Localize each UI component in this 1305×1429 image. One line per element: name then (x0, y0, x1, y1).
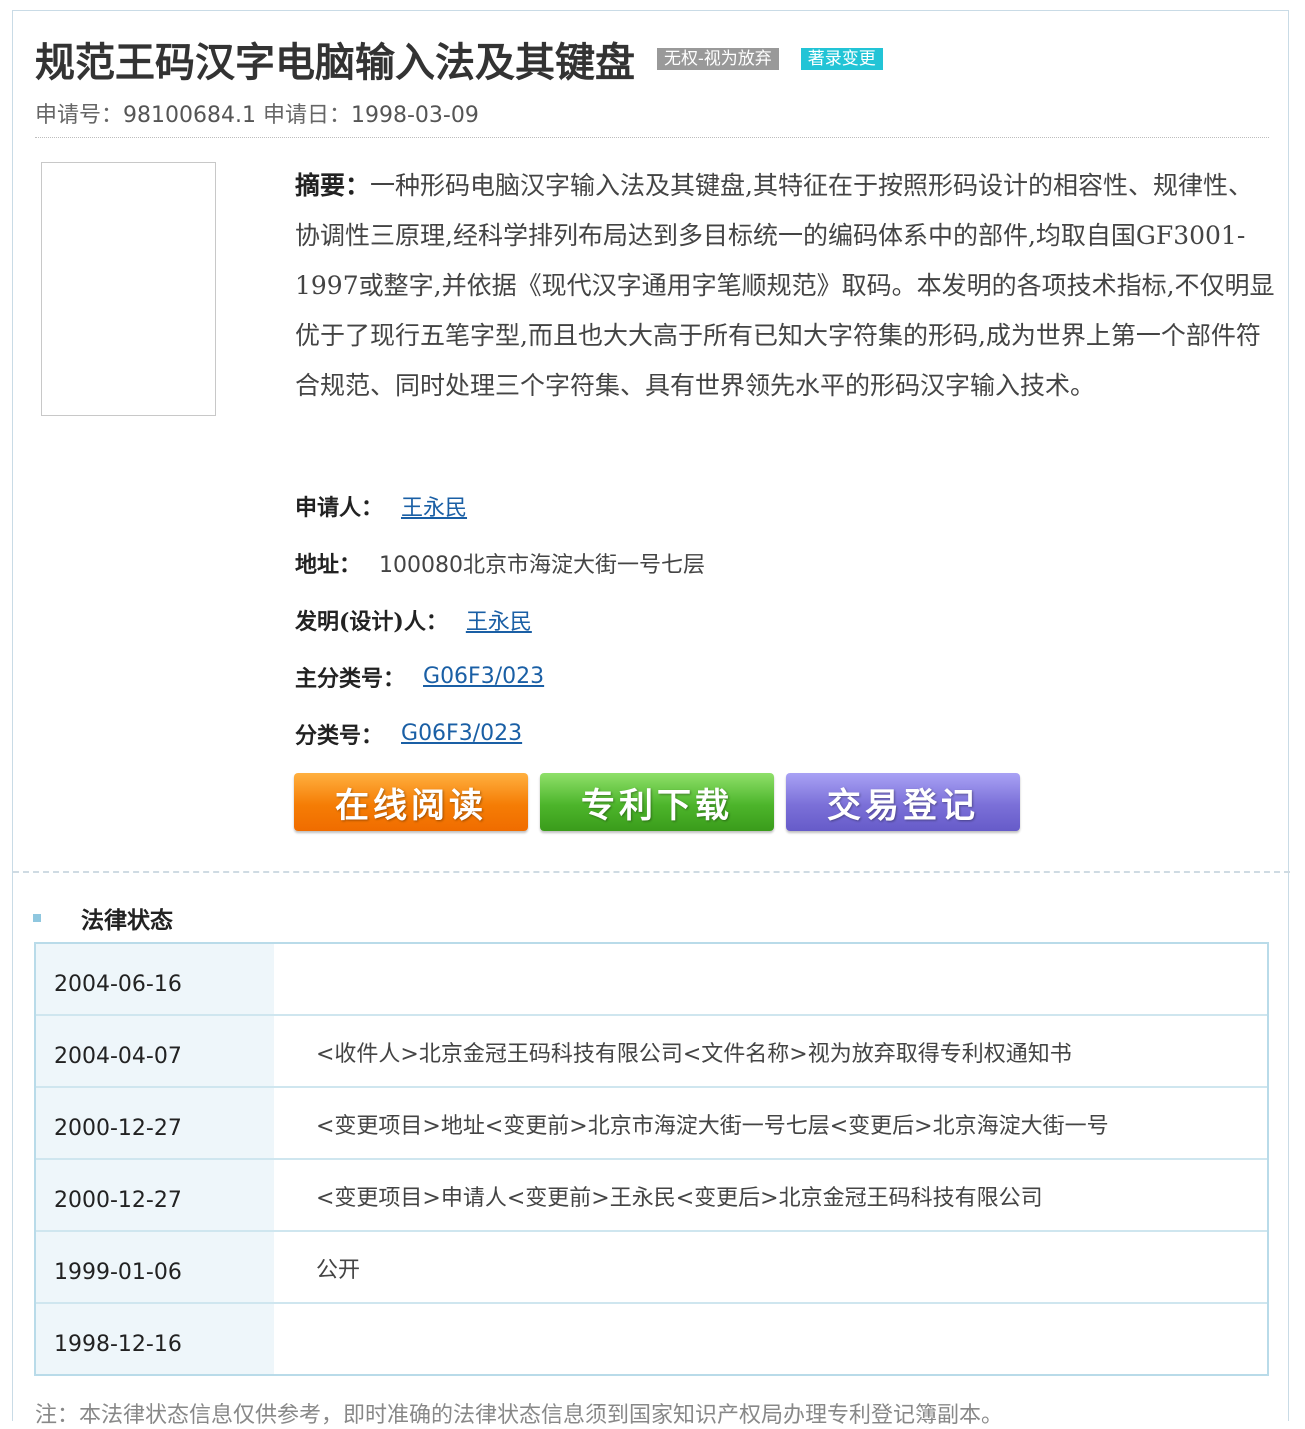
row-desc: <收件人>北京金冠王码科技有限公司<文件名称>视为放弃取得专利权通知书 (316, 1042, 1072, 1067)
address-value: 100080北京市海淀大街一号七层 (379, 552, 705, 578)
legal-status-heading: 法律状态 (33, 901, 173, 935)
row-date: 2000-12-27 (36, 1088, 274, 1158)
address-label: 地址： (295, 551, 362, 578)
row-desc (274, 944, 1267, 1014)
application-date: 1998-03-09 (351, 103, 479, 128)
application-no-label: 申请号： (35, 103, 124, 128)
bullet-square-icon (33, 914, 41, 922)
status-badge-invalid: 无权-视为放弃 (657, 48, 779, 70)
legal-status-title: 法律状态 (81, 907, 173, 934)
class-link[interactable]: G06F3/023 (401, 721, 522, 746)
row-desc (274, 1304, 1267, 1374)
abstract: 摘要：一种形码电脑汉字输入法及其键盘,其特征在于按照形码设计的相容性、规律性、协… (295, 161, 1275, 411)
table-row: 1998-12-16 (36, 1302, 1267, 1374)
read-online-button[interactable]: 在线阅读 (294, 773, 528, 831)
trade-register-button[interactable]: 交易登记 (786, 773, 1020, 831)
patent-title: 规范王码汉字电脑输入法及其键盘 (35, 39, 635, 86)
application-date-label: 申请日： (262, 103, 351, 128)
applicant-link[interactable]: 王永民 (401, 490, 467, 522)
main-class-row: 主分类号： G06F3/023 (295, 648, 705, 705)
row-desc: <变更项目>地址<变更前>北京市海淀大街一号七层<变更后>北京海淀大街一号 (316, 1114, 1109, 1139)
inventor-link[interactable]: 王永民 (466, 604, 532, 636)
class-label: 分类号： (295, 722, 384, 749)
patent-meta: 申请号：98100684.1 申请日：1998-03-09 (35, 97, 479, 129)
patent-download-button[interactable]: 专利下载 (540, 773, 774, 831)
row-date: 2000-12-27 (36, 1160, 274, 1230)
row-date: 1999-01-06 (36, 1232, 274, 1302)
divider-dashed (13, 871, 1290, 873)
legal-note: 注：本法律状态信息仅供参考，即时准确的法律状态信息须到国家知识产权局办理专利登记… (35, 1403, 1004, 1428)
patent-thumbnail[interactable] (41, 162, 216, 416)
table-row: 2000-12-27 <变更项目>申请人<变更前>王永民<变更后>北京金冠王码科… (36, 1158, 1267, 1230)
legal-status-table: 2004-06-16 2004-04-07 <收件人>北京金冠王码科技有限公司<… (34, 942, 1269, 1376)
row-date: 2004-06-16 (36, 944, 274, 1014)
table-row: 2004-04-07 <收件人>北京金冠王码科技有限公司<文件名称>视为放弃取得… (36, 1014, 1267, 1086)
title-row: 规范王码汉字电脑输入法及其键盘 无权-视为放弃 著录变更 (35, 29, 883, 89)
table-row: 2000-12-27 <变更项目>地址<变更前>北京市海淀大街一号七层<变更后>… (36, 1086, 1267, 1158)
inventor-row: 发明(设计)人： 王永民 (295, 591, 705, 648)
table-row: 2004-06-16 (36, 944, 1267, 1014)
class-row: 分类号： G06F3/023 (295, 705, 705, 762)
divider-dotted (35, 137, 1269, 138)
patent-card: 规范王码汉字电脑输入法及其键盘 无权-视为放弃 著录变更 申请号：9810068… (12, 10, 1290, 1428)
patent-fields: 申请人： 王永民 地址： 100080北京市海淀大街一号七层 发明(设计)人： … (295, 477, 705, 762)
row-date: 2004-04-07 (36, 1016, 274, 1086)
abstract-label: 摘要： (295, 171, 371, 200)
application-no: 98100684.1 (123, 103, 256, 128)
row-desc: 公开 (316, 1258, 361, 1283)
applicant-label: 申请人： (295, 494, 384, 521)
abstract-text: 一种形码电脑汉字输入法及其键盘,其特征在于按照形码设计的相容性、规律性、协调性三… (295, 171, 1275, 400)
main-class-link[interactable]: G06F3/023 (423, 664, 544, 689)
main-class-label: 主分类号： (295, 665, 406, 692)
inventor-label: 发明(设计)人： (295, 608, 448, 635)
address-row: 地址： 100080北京市海淀大街一号七层 (295, 534, 705, 591)
row-desc: <变更项目>申请人<变更前>王永民<变更后>北京金冠王码科技有限公司 (316, 1186, 1043, 1211)
row-date: 1998-12-16 (36, 1304, 274, 1374)
action-buttons: 在线阅读 专利下载 交易登记 (294, 773, 1020, 831)
table-row: 1999-01-06 公开 (36, 1230, 1267, 1302)
applicant-row: 申请人： 王永民 (295, 477, 705, 534)
status-badge-change: 著录变更 (800, 48, 883, 70)
